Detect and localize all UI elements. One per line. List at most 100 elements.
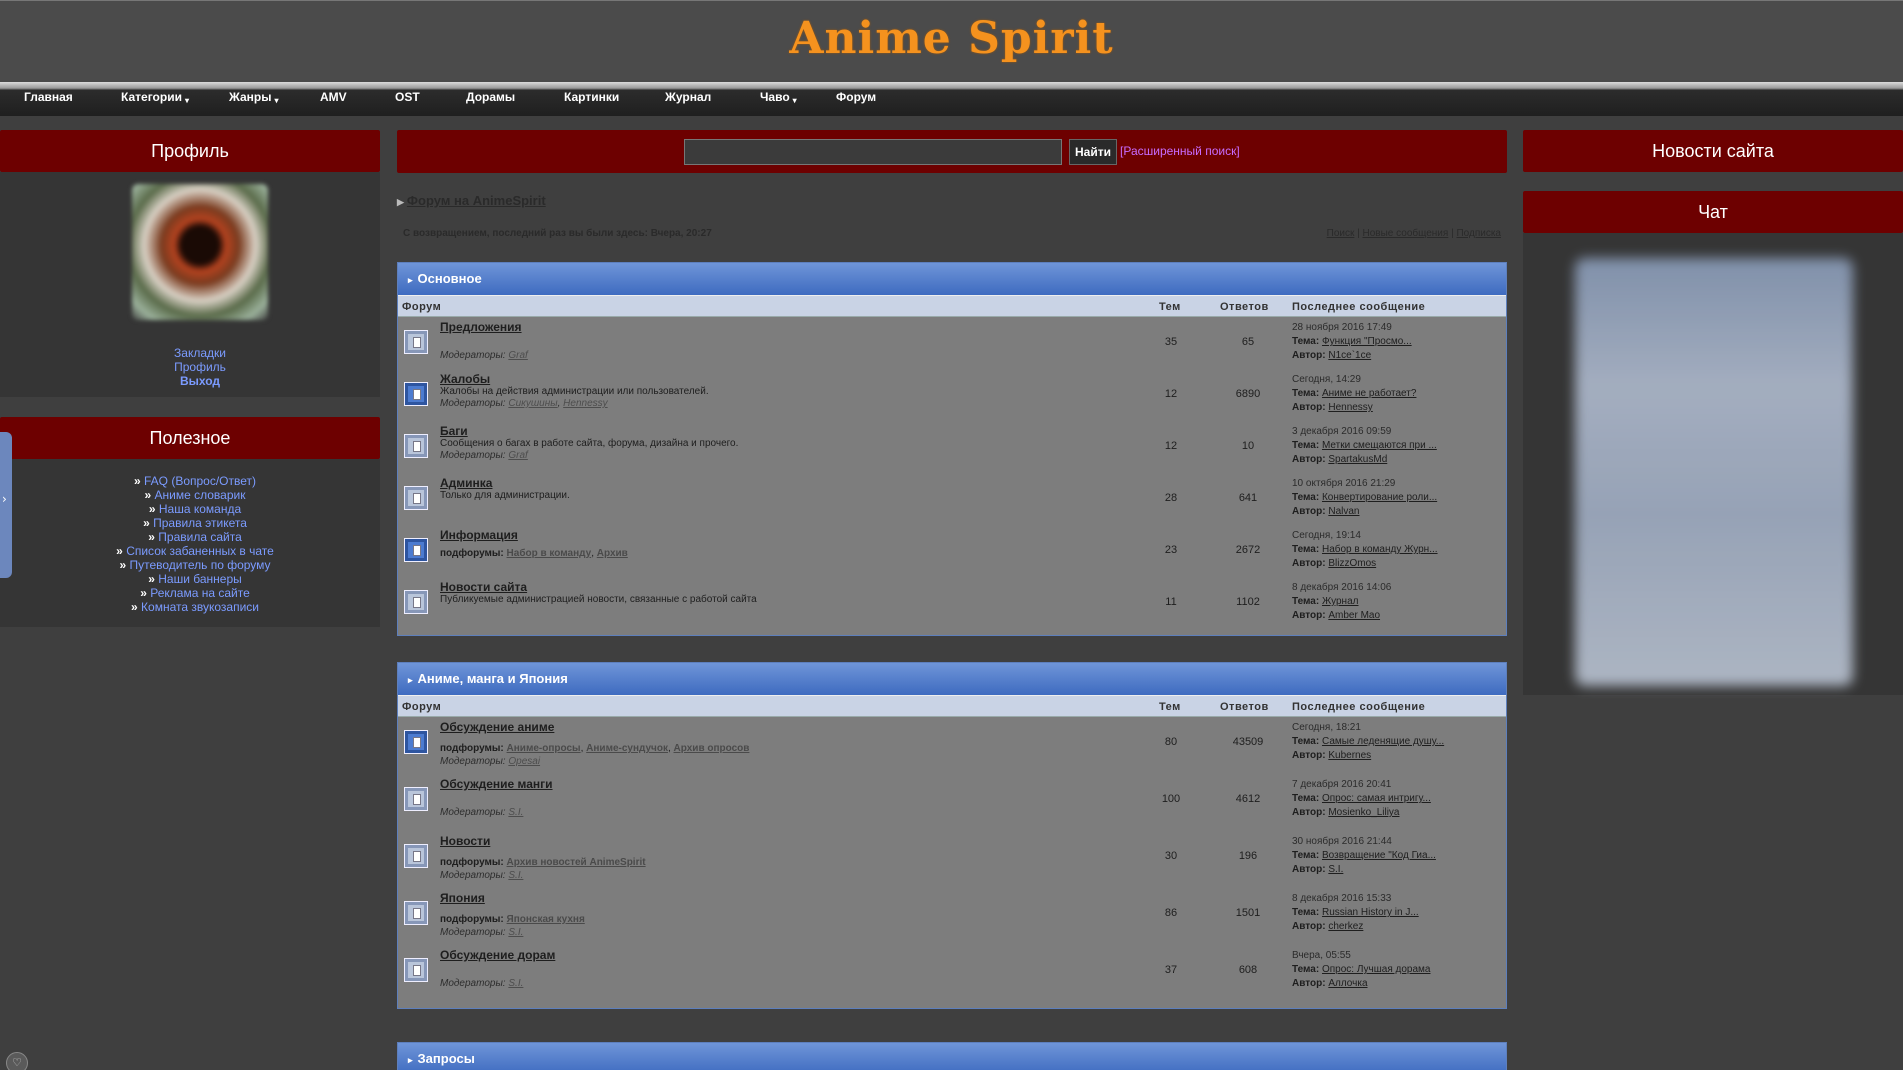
chat-window[interactable]: [1575, 258, 1853, 686]
last-post-author-link[interactable]: BlizzOmos: [1328, 558, 1376, 569]
profile-menu-link[interactable]: Профиль: [174, 360, 226, 374]
moderator-link[interactable]: S.I.: [508, 927, 523, 938]
nav-item-3[interactable]: AMV: [320, 90, 347, 104]
nav-item-1[interactable]: Категории ▾: [121, 90, 189, 105]
subforum-link[interactable]: Архив: [597, 548, 628, 559]
moderator-link[interactable]: Graf: [508, 450, 527, 461]
subforums-line: подфорумы: Архив новостей AnimeSpirit: [440, 857, 646, 868]
nav-item-5[interactable]: Дорамы: [466, 90, 515, 104]
search-input[interactable]: [684, 139, 1062, 165]
last-post-author-link[interactable]: Kubernes: [1328, 750, 1371, 761]
last-post-author-link[interactable]: Mosienko_Liliya: [1328, 807, 1399, 818]
quicklink-search[interactable]: Поиск: [1327, 228, 1355, 239]
forum-name-link[interactable]: Япония: [440, 891, 485, 905]
last-post-author-link[interactable]: Аллочка: [1328, 978, 1367, 989]
forum-name-link[interactable]: Новости сайта: [440, 580, 527, 594]
forum-name-link[interactable]: Обсуждение манги: [440, 777, 553, 791]
quicklink-subscriptions[interactable]: Подписка: [1456, 228, 1501, 239]
forum-name-link[interactable]: Баги: [440, 424, 468, 438]
last-post-author-link[interactable]: Hennessy: [1328, 402, 1372, 413]
last-post-author-link[interactable]: cherkez: [1328, 921, 1363, 932]
useful-menu-link[interactable]: Наши баннеры: [158, 572, 242, 586]
last-post-author-link[interactable]: Amber Mao: [1328, 610, 1380, 621]
moderator-link[interactable]: S.I.: [508, 870, 523, 881]
category-header[interactable]: ▸ Основное: [398, 263, 1506, 295]
last-post: Сегодня, 18:21 Тема: Самые леденящие душу…: [1292, 721, 1444, 763]
breadcrumb-arrow-icon: ▶: [397, 197, 404, 207]
site-logo[interactable]: Anime Spirit: [0, 13, 1903, 64]
search-button[interactable]: Найти: [1069, 139, 1117, 165]
useful-menu-link[interactable]: Правила сайта: [158, 530, 241, 544]
author-label: Автор:: [1292, 610, 1326, 621]
subforum-link[interactable]: Архив опросов: [674, 743, 750, 754]
subforum-link[interactable]: Архив новостей AnimeSpirit: [507, 857, 646, 868]
useful-menu-link[interactable]: FAQ (Вопрос/Ответ): [144, 474, 256, 488]
moderator-link[interactable]: Graf: [508, 350, 527, 361]
nav-item-6[interactable]: Картинки: [564, 90, 619, 104]
topics-count: 35: [1164, 336, 1178, 348]
quicklink-new-posts[interactable]: Новые сообщения: [1363, 228, 1449, 239]
avatar[interactable]: [132, 184, 268, 320]
breadcrumb[interactable]: ▶ Форум на AnimeSpirit: [397, 193, 546, 208]
last-post-topic-link[interactable]: Конвертирование роли...: [1322, 492, 1437, 503]
forum-name-link[interactable]: Жалобы: [440, 372, 490, 386]
last-post-topic-link[interactable]: Аниме не работает?: [1322, 388, 1416, 399]
forum-name-link[interactable]: Обсуждение дорам: [440, 948, 555, 962]
last-post-author-link[interactable]: N1ce`1ce: [1328, 350, 1371, 361]
last-post-author-link[interactable]: Nalvan: [1328, 506, 1359, 517]
nav-item-7[interactable]: Журнал: [665, 90, 711, 104]
bullet-icon: »: [148, 572, 159, 586]
forum-name-link[interactable]: Админка: [440, 476, 492, 490]
nav-item-label: Журнал: [665, 90, 712, 104]
last-post-topic-link[interactable]: Russian History in J...: [1322, 907, 1419, 918]
replies-count: 1102: [1236, 596, 1260, 608]
forum-name-link[interactable]: Информация: [440, 528, 518, 542]
useful-menu-link[interactable]: Путеводитель по форуму: [129, 558, 270, 572]
subforum-link[interactable]: Аниме-опросы: [507, 743, 581, 754]
last-post-topic-link[interactable]: Набор в команду Журн...: [1322, 544, 1438, 555]
useful-menu-link[interactable]: Комната звукозаписи: [141, 600, 259, 614]
subforum-link[interactable]: Набор в команду: [507, 548, 592, 559]
advanced-search-link[interactable]: [Расширенный поиск]: [1120, 144, 1240, 158]
subforum-link[interactable]: Аниме-сундучок: [586, 743, 668, 754]
replies-count: 641: [1238, 492, 1258, 504]
subforum-link[interactable]: Японская кухня: [507, 914, 585, 925]
useful-menu-link[interactable]: Правила этикета: [153, 516, 247, 530]
category-header[interactable]: ▸ Аниме, манга и Япония: [398, 663, 1506, 695]
last-post-topic-link[interactable]: Опрос: Лучшая дорама: [1322, 964, 1431, 975]
nav-item-8[interactable]: Чаво ▾: [760, 90, 797, 105]
moderator-link[interactable]: Opesai: [508, 756, 540, 767]
last-post-topic-link[interactable]: Возвращение "Код Гиа...: [1322, 850, 1436, 861]
category-footer: [398, 1002, 1506, 1008]
useful-menu-link[interactable]: Аниме словарик: [155, 488, 246, 502]
nav-item-4[interactable]: OST: [395, 90, 420, 104]
moderator-link[interactable]: S.I.: [508, 807, 523, 818]
useful-menu-link[interactable]: Список забаненных в чате: [126, 544, 274, 558]
last-post-topic-link[interactable]: Функция "Просмо...: [1322, 336, 1412, 347]
last-post: 7 декабря 2016 20:41 Тема: Опрос: самая и…: [1292, 778, 1431, 820]
last-post-author-link[interactable]: S.I.: [1328, 864, 1343, 875]
last-post-author-link[interactable]: SpartakusMd: [1328, 454, 1387, 465]
last-post-topic-link[interactable]: Самые леденящие душу...: [1322, 736, 1444, 747]
nav-item-9[interactable]: Форум: [836, 90, 876, 104]
moderator-link[interactable]: Hennessy: [563, 398, 607, 409]
shield-icon[interactable]: ♡: [6, 1052, 28, 1070]
last-post-topic: Тема: Опрос: Лучшая дорама: [1292, 963, 1430, 977]
category-header[interactable]: ▸ Запросы: [398, 1043, 1506, 1070]
forum-name-link[interactable]: Новости: [440, 834, 490, 848]
last-post-topic-link[interactable]: Опрос: самая интригу...: [1322, 793, 1431, 804]
forum-name-link[interactable]: Предложения: [440, 320, 522, 334]
last-post-topic-link[interactable]: Метки смещаются при ...: [1322, 440, 1437, 451]
nav-item-2[interactable]: Жанры ▾: [229, 90, 279, 105]
moderator-link[interactable]: S.I.: [508, 978, 523, 989]
nav-item-0[interactable]: Главная: [24, 90, 73, 104]
forum-name-link[interactable]: Обсуждение аниме: [440, 720, 554, 734]
useful-menu-link[interactable]: Наша команда: [159, 502, 241, 516]
side-toggle-tab[interactable]: [0, 432, 12, 578]
moderator-link[interactable]: Сикушины: [508, 398, 557, 409]
useful-menu-link[interactable]: Реклама на сайте: [150, 586, 250, 600]
profile-menu-link[interactable]: Выход: [180, 374, 220, 388]
author-label: Автор:: [1292, 921, 1326, 932]
last-post-topic-link[interactable]: Журнал: [1322, 596, 1359, 607]
profile-menu-link[interactable]: Закладки: [174, 346, 226, 360]
